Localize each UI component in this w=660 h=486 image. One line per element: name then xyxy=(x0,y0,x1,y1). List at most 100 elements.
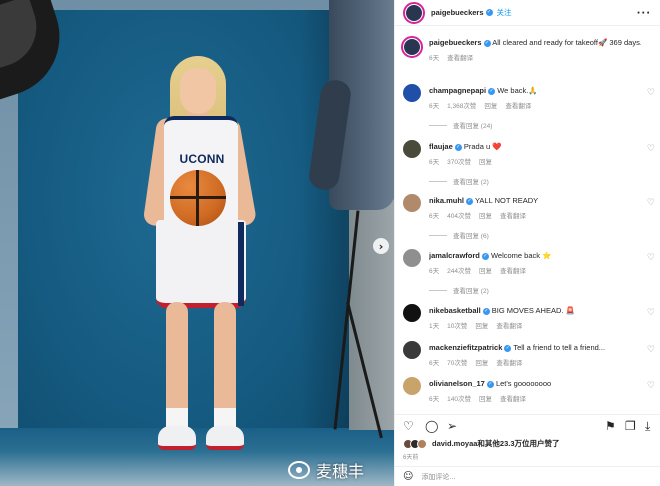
bookmark-icon[interactable]: ⚑ xyxy=(605,419,616,433)
caption-time: 6天 xyxy=(429,55,440,62)
share-icon[interactable]: ➢ xyxy=(447,419,457,433)
comment-text: We back.🙏 xyxy=(497,86,538,95)
comment-like-icon[interactable]: ♡ xyxy=(647,308,655,318)
likes-text[interactable]: david.moyaa和其他23.3万位用户赞了 xyxy=(432,438,560,449)
comment-time: 1天 xyxy=(429,323,440,330)
reply-button[interactable]: 回复 xyxy=(475,357,488,367)
comment-text: Let's goooooooo xyxy=(495,379,552,388)
verified-icon: ✓ xyxy=(466,197,474,205)
view-replies-link[interactable]: 查看回复 (2) xyxy=(429,176,489,186)
reply-button[interactable]: 回复 xyxy=(479,393,492,403)
post-image: UCONN › 麦穗丰 xyxy=(0,0,394,486)
comment-like-icon[interactable]: ♡ xyxy=(647,144,655,154)
comment-time: 6天 xyxy=(429,396,440,403)
reply-button[interactable]: 回复 xyxy=(479,210,492,220)
view-replies-link[interactable]: 查看回复 (2) xyxy=(429,285,489,295)
comment-text: Welcome back ⭐ xyxy=(490,251,552,260)
comment-time: 6天 xyxy=(429,268,440,275)
comment-like-icon[interactable]: ♡ xyxy=(647,345,655,355)
translate-link[interactable]: 查看翻译 xyxy=(496,320,522,330)
author-avatar[interactable] xyxy=(403,1,425,24)
commenter-username[interactable]: jamalcrawford xyxy=(429,251,480,260)
weibo-icon xyxy=(288,461,310,479)
comments-panel: paigebueckers ✓ 关注 ··· paigebueckers ✓ Al… xyxy=(394,0,660,486)
commenter-avatar[interactable] xyxy=(403,304,421,322)
commenter-avatar[interactable] xyxy=(403,84,421,102)
watermark-text: 麦穗丰 xyxy=(316,462,365,481)
comment-time: 6天 xyxy=(429,103,440,110)
comment-time: 6天 xyxy=(429,213,440,220)
liker-avatar xyxy=(417,438,427,449)
commenter-username[interactable]: champagnepapi xyxy=(429,86,486,95)
reply-button[interactable]: 回复 xyxy=(479,156,492,166)
action-bar: ♡ ◯ ➢ ⚑ ❐ ⤓ xyxy=(395,414,660,434)
comment-icon[interactable]: ◯ xyxy=(425,419,438,433)
translate-link[interactable]: 查看翻译 xyxy=(500,265,526,275)
commenter-avatar[interactable] xyxy=(403,249,421,267)
commenter-avatar[interactable] xyxy=(403,140,421,158)
comment-text: YALL NOT READY xyxy=(474,196,539,205)
author-username[interactable]: paigebueckers xyxy=(431,8,484,17)
commenter-avatar[interactable] xyxy=(403,377,421,395)
caption-text: All cleared and ready for takeoff🚀 369 d… xyxy=(492,38,641,47)
follow-button[interactable]: 关注 xyxy=(497,7,512,18)
verified-icon: ✓ xyxy=(504,344,512,352)
reply-button[interactable]: 回复 xyxy=(479,265,492,275)
commenter-username[interactable]: flaujae xyxy=(429,142,453,151)
comment-text: BIG MOVES AHEAD. 🚨 xyxy=(491,306,575,315)
comment-likes[interactable]: 10次赞 xyxy=(447,320,467,330)
weibo-watermark: 麦穗丰 xyxy=(288,458,364,482)
next-image-arrow-icon[interactable]: › xyxy=(373,238,389,254)
comment-like-icon[interactable]: ♡ xyxy=(647,253,655,263)
comment-text: Tell a friend to tell a friend... xyxy=(513,343,606,352)
reply-button[interactable]: 回复 xyxy=(475,320,488,330)
post-time: 6天前 xyxy=(403,455,419,461)
translate-link[interactable]: 查看翻译 xyxy=(505,100,531,110)
jersey-text: UCONN xyxy=(179,152,225,166)
more-options-icon[interactable]: ··· xyxy=(637,8,651,19)
comment-text: Prada u ❤️ xyxy=(463,142,502,151)
commenter-username[interactable]: olivianelson_17 xyxy=(429,379,485,388)
comment-time: 6天 xyxy=(429,360,440,367)
translate-link[interactable]: 查看翻译 xyxy=(496,357,522,367)
comment-likes[interactable]: 1,368次赞 xyxy=(447,100,476,110)
caption-avatar[interactable] xyxy=(401,36,423,58)
commenter-avatar[interactable] xyxy=(403,341,421,359)
commenter-avatar[interactable] xyxy=(403,194,421,212)
verified-icon: ✓ xyxy=(485,9,493,16)
verified-icon: ✓ xyxy=(454,143,462,151)
basketball xyxy=(170,170,226,226)
comment-likes[interactable]: 404次赞 xyxy=(447,210,471,220)
add-comment-bar: ☺ 添加评论... xyxy=(395,466,660,486)
verified-icon: ✓ xyxy=(486,380,494,388)
reply-button[interactable]: 回复 xyxy=(484,100,497,110)
verified-icon: ✓ xyxy=(481,252,489,260)
post-header: paigebueckers ✓ 关注 ··· xyxy=(395,0,660,26)
comment-likes[interactable]: 140次赞 xyxy=(447,393,471,403)
download-icon[interactable]: ⤓ xyxy=(645,419,650,434)
translate-link[interactable]: 查看翻译 xyxy=(447,52,473,62)
comment-likes[interactable]: 244次赞 xyxy=(447,265,471,275)
verified-icon: ✓ xyxy=(488,87,496,95)
comment-likes[interactable]: 370次赞 xyxy=(447,156,471,166)
copy-icon[interactable]: ❐ xyxy=(625,419,636,433)
heart-icon[interactable]: ♡ xyxy=(403,419,414,433)
likes-summary: david.moyaa和其他23.3万位用户赞了 xyxy=(403,438,560,449)
view-replies-link[interactable]: 查看回复 (24) xyxy=(429,120,492,130)
verified-icon: ✓ xyxy=(483,39,491,47)
comment-likes[interactable]: 70次赞 xyxy=(447,357,467,367)
comment-like-icon[interactable]: ♡ xyxy=(647,381,655,391)
player-figure: UCONN xyxy=(118,52,268,472)
translate-link[interactable]: 查看翻译 xyxy=(500,393,526,403)
add-comment-input[interactable]: 添加评论... xyxy=(421,472,455,482)
comment-like-icon[interactable]: ♡ xyxy=(647,198,655,208)
commenter-username[interactable]: mackenziefitzpatrick xyxy=(429,343,502,352)
caption-username[interactable]: paigebueckers xyxy=(429,38,482,47)
comment-like-icon[interactable]: ♡ xyxy=(647,88,655,98)
verified-icon: ✓ xyxy=(482,307,490,315)
commenter-username[interactable]: nikebasketball xyxy=(429,306,481,315)
view-replies-link[interactable]: 查看回复 (6) xyxy=(429,230,489,240)
commenter-username[interactable]: nika.muhl xyxy=(429,196,464,205)
translate-link[interactable]: 查看翻译 xyxy=(500,210,526,220)
emoji-icon[interactable]: ☺ xyxy=(403,471,413,482)
